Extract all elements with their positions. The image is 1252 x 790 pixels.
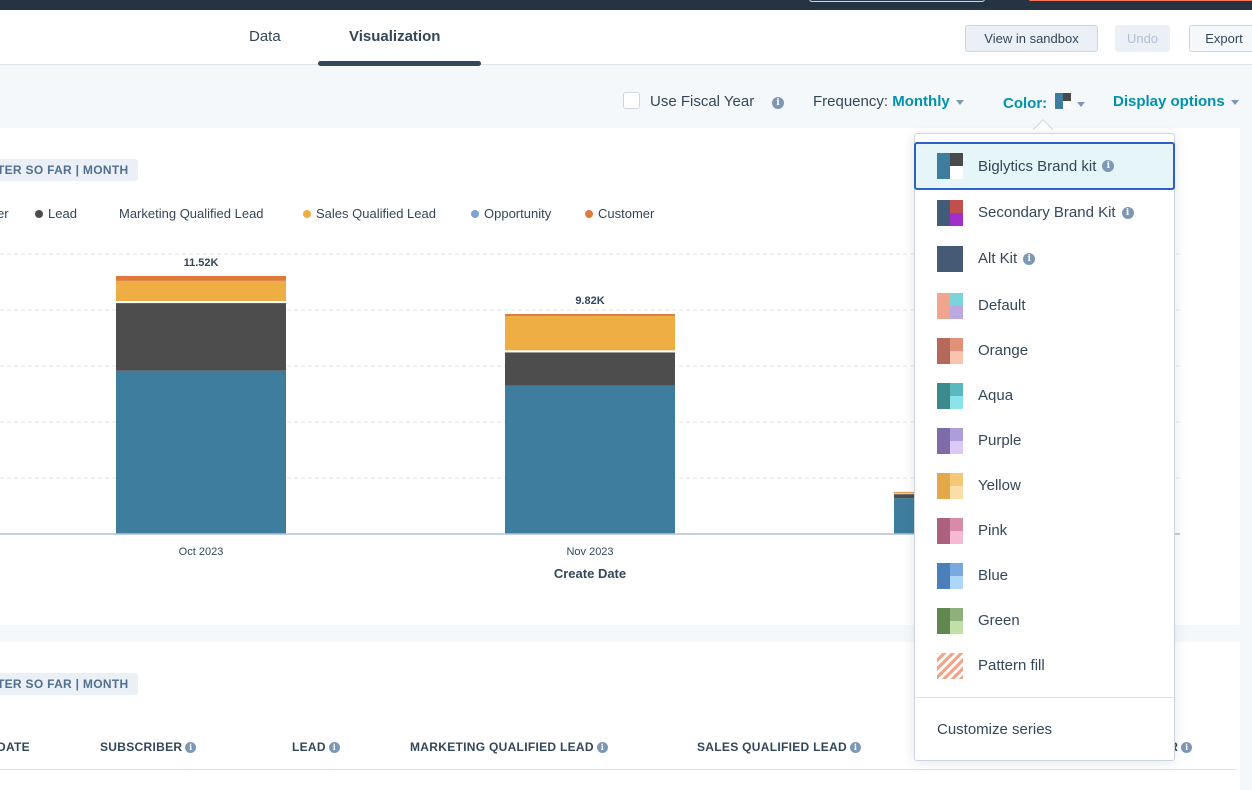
color-palette-option[interactable]: Biglytics Brand kit i bbox=[914, 142, 1175, 190]
palette-option-label: Secondary Brand Kit bbox=[978, 204, 1116, 221]
color-palette-option[interactable]: Purple bbox=[915, 418, 1174, 463]
chevron-down-icon bbox=[955, 99, 964, 105]
info-icon[interactable]: i bbox=[185, 742, 197, 754]
column-header-subscriber[interactable]: SUBSCRIBER i bbox=[100, 740, 197, 754]
color-label[interactable]: Color: bbox=[1003, 95, 1047, 112]
palette-option-label: Pink bbox=[978, 522, 1008, 539]
frequency-dropdown[interactable]: Frequency: Monthly bbox=[813, 93, 964, 110]
bar-segment bbox=[116, 280, 286, 302]
color-palette-option[interactable]: Blue bbox=[915, 553, 1174, 598]
palette-option-label: Yellow bbox=[978, 477, 1021, 494]
global-action-button[interactable] bbox=[1028, 0, 1252, 1]
info-icon[interactable]: i bbox=[596, 742, 608, 754]
palette-swatch-icon bbox=[937, 652, 963, 679]
chevron-down-icon bbox=[1230, 99, 1239, 105]
column-header-date[interactable]: DATE bbox=[0, 740, 30, 754]
palette-swatch-icon bbox=[937, 153, 963, 179]
palette-swatch-icon bbox=[937, 517, 963, 544]
color-palette-option[interactable]: Secondary Brand Kit i bbox=[915, 190, 1174, 235]
info-icon[interactable]: i bbox=[850, 742, 862, 754]
column-header-sql[interactable]: SALES QUALIFIED LEAD i bbox=[697, 740, 862, 754]
palette-option-label: Orange bbox=[978, 342, 1029, 359]
customize-series-menu-item[interactable]: Customize series bbox=[937, 721, 1052, 738]
palette-option-label: Purple bbox=[978, 432, 1022, 449]
color-palette-option[interactable]: Pink bbox=[915, 508, 1174, 553]
bar-segment bbox=[505, 316, 675, 351]
frequency-value[interactable]: Monthly bbox=[892, 93, 950, 110]
export-button[interactable]: Export bbox=[1189, 25, 1252, 52]
tab-data[interactable]: Data bbox=[249, 28, 281, 45]
info-icon[interactable]: i bbox=[1121, 206, 1134, 219]
bar-segment bbox=[116, 301, 286, 304]
bar-segment bbox=[116, 275, 286, 281]
color-palette-option[interactable]: Orange bbox=[915, 328, 1174, 373]
bar-segment bbox=[505, 352, 675, 386]
display-options-label[interactable]: Display options bbox=[1113, 93, 1225, 110]
color-palette-option[interactable]: Alt Kit i bbox=[915, 236, 1174, 281]
color-palette-option[interactable]: Aqua bbox=[915, 373, 1174, 418]
palette-option-label: Alt Kit bbox=[978, 250, 1018, 267]
undo-button[interactable]: Undo bbox=[1115, 25, 1170, 52]
menu-divider bbox=[915, 697, 1174, 698]
info-icon[interactable]: i bbox=[1102, 160, 1115, 172]
palette-swatch-icon bbox=[937, 337, 963, 364]
bar-segment bbox=[505, 314, 675, 317]
palette-swatch-icon bbox=[937, 472, 963, 499]
palette-option-label: Blue bbox=[978, 567, 1009, 584]
x-axis-title: Create Date bbox=[554, 566, 626, 581]
view-in-sandbox-button[interactable]: View in sandbox bbox=[965, 25, 1098, 52]
color-palette-option[interactable]: Green bbox=[915, 598, 1174, 643]
palette-swatch-icon bbox=[937, 245, 963, 272]
bar-segment bbox=[505, 385, 675, 534]
palette-option-label: Aqua bbox=[978, 387, 1014, 404]
info-icon[interactable]: i bbox=[328, 742, 340, 754]
color-palette-menu: Customize series Biglytics Brand kit i Sec… bbox=[914, 133, 1175, 761]
column-header-mql[interactable]: MARKETING QUALIFIED LEAD i bbox=[410, 740, 608, 754]
display-options-dropdown[interactable]: Display options bbox=[1113, 93, 1239, 110]
palette-swatch-icon bbox=[937, 607, 963, 634]
global-search-input[interactable] bbox=[809, 0, 985, 2]
palette-option-label: Biglytics Brand kit bbox=[978, 157, 1097, 175]
date-range-badge: TER SO FAR | MONTH bbox=[0, 673, 139, 695]
visualization-toolbar: Use Fiscal Year i Frequency: Monthly Col… bbox=[0, 66, 1252, 128]
info-icon[interactable]: i bbox=[1023, 252, 1036, 265]
color-palette-option[interactable]: Default bbox=[915, 283, 1174, 328]
color-swatch-icon bbox=[1055, 93, 1072, 109]
tab-visualization[interactable]: Visualization bbox=[349, 28, 440, 45]
color-dropdown[interactable]: Color: bbox=[1003, 93, 1086, 112]
x-tick-label: Nov 2023 bbox=[566, 546, 613, 558]
bar-segment bbox=[505, 350, 675, 353]
palette-option-label: Pattern fill bbox=[978, 657, 1045, 674]
palette-swatch-icon bbox=[937, 382, 963, 409]
bar-segment bbox=[116, 303, 286, 371]
color-palette-option[interactable]: Yellow bbox=[915, 463, 1174, 508]
palette-swatch-icon bbox=[937, 427, 963, 454]
info-icon[interactable]: i bbox=[1181, 742, 1193, 754]
palette-swatch-icon bbox=[937, 199, 963, 226]
fiscal-year-label[interactable]: Use Fiscal Year bbox=[650, 93, 754, 110]
chevron-down-icon bbox=[1077, 101, 1086, 107]
palette-option-label: Default bbox=[978, 297, 1026, 314]
x-tick-label: Oct 2023 bbox=[179, 546, 224, 558]
report-header: Data Visualization View in sandbox Undo … bbox=[0, 10, 1252, 66]
table-header-divider bbox=[0, 769, 1237, 770]
column-header-lead[interactable]: LEAD i bbox=[292, 740, 340, 754]
frequency-label: Frequency: bbox=[813, 93, 889, 110]
palette-swatch-icon bbox=[937, 292, 963, 319]
palette-option-label: Green bbox=[978, 612, 1020, 629]
bar-total-label: 11.52K bbox=[184, 257, 219, 269]
fiscal-year-checkbox[interactable] bbox=[623, 92, 640, 109]
bar-total-label: 9.82K bbox=[575, 295, 604, 307]
info-icon[interactable]: i bbox=[772, 97, 784, 109]
palette-swatch-icon bbox=[937, 562, 963, 589]
bar-segment bbox=[116, 370, 286, 534]
color-palette-option[interactable]: Pattern fill bbox=[915, 643, 1174, 688]
global-top-bar bbox=[0, 0, 1252, 10]
